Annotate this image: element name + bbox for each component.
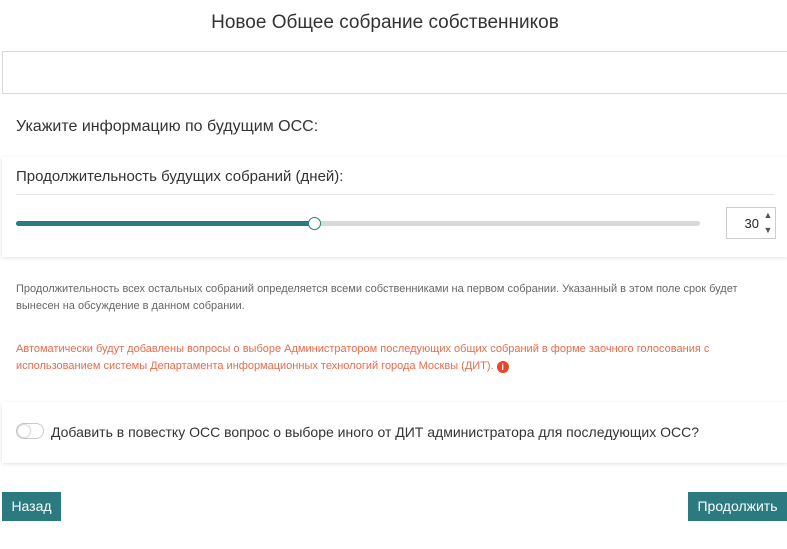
duration-number-input[interactable]: 30 ▲ ▼ <box>726 207 776 239</box>
page-title: Новое Общее собрание собственников <box>211 12 559 33</box>
info-icon[interactable]: i <box>496 361 509 373</box>
slider-thumb[interactable] <box>307 217 321 230</box>
toggle-knob <box>18 425 30 437</box>
warning-message: Автоматически будут добавлены вопросы о … <box>16 341 781 375</box>
top-field[interactable] <box>2 51 787 94</box>
toggle-label[interactable]: Добавить в повестку ОСС вопрос о выборе … <box>51 424 699 440</box>
duration-value[interactable]: 30 <box>727 216 759 231</box>
admin-toggle-switch[interactable] <box>16 423 44 439</box>
duration-card: Продолжительность будущих собраний (дней… <box>2 157 787 257</box>
info-text: Продолжительность всех остальных собрани… <box>16 283 738 312</box>
section-heading: Укажите информацию по будущим ОСС: <box>16 118 319 135</box>
continue-button[interactable]: Продолжить <box>688 492 787 521</box>
slider-fill <box>16 221 314 226</box>
chevron-up-icon[interactable]: ▲ <box>761 208 775 223</box>
divider <box>16 194 774 195</box>
back-button[interactable]: Назад <box>2 492 61 521</box>
duration-label: Продолжительность будущих собраний (дней… <box>16 168 344 185</box>
duration-slider[interactable] <box>16 217 700 230</box>
warning-text: Автоматически будут добавлены вопросы о … <box>16 343 710 372</box>
toggle-card: Добавить в повестку ОСС вопрос о выборе … <box>2 402 787 463</box>
chevron-down-icon[interactable]: ▼ <box>761 223 775 238</box>
